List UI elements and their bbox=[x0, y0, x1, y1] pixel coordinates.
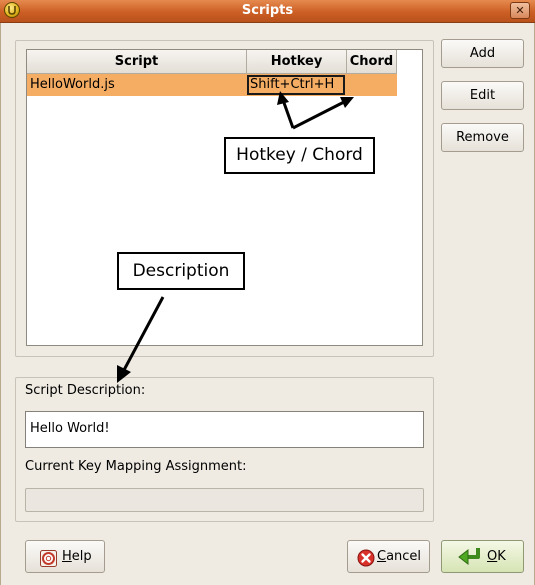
help-lifebuoy-icon bbox=[40, 548, 57, 579]
help-button[interactable]: Help bbox=[25, 540, 105, 573]
hotkey-arrowhead-icon bbox=[277, 91, 289, 105]
description-arrow bbox=[122, 296, 165, 371]
annotation-arrows bbox=[117, 91, 354, 383]
hotkey-arrow bbox=[281, 99, 295, 129]
chord-arrow bbox=[292, 100, 345, 130]
help-label: Help bbox=[62, 549, 92, 564]
cancel-button[interactable]: Cancel bbox=[347, 540, 430, 573]
ok-return-arrow-icon bbox=[458, 546, 482, 578]
cancel-label: Cancel bbox=[377, 549, 422, 564]
ok-button[interactable]: OK bbox=[441, 540, 524, 573]
ok-label: OK bbox=[487, 549, 506, 564]
cancel-x-icon bbox=[357, 548, 375, 579]
